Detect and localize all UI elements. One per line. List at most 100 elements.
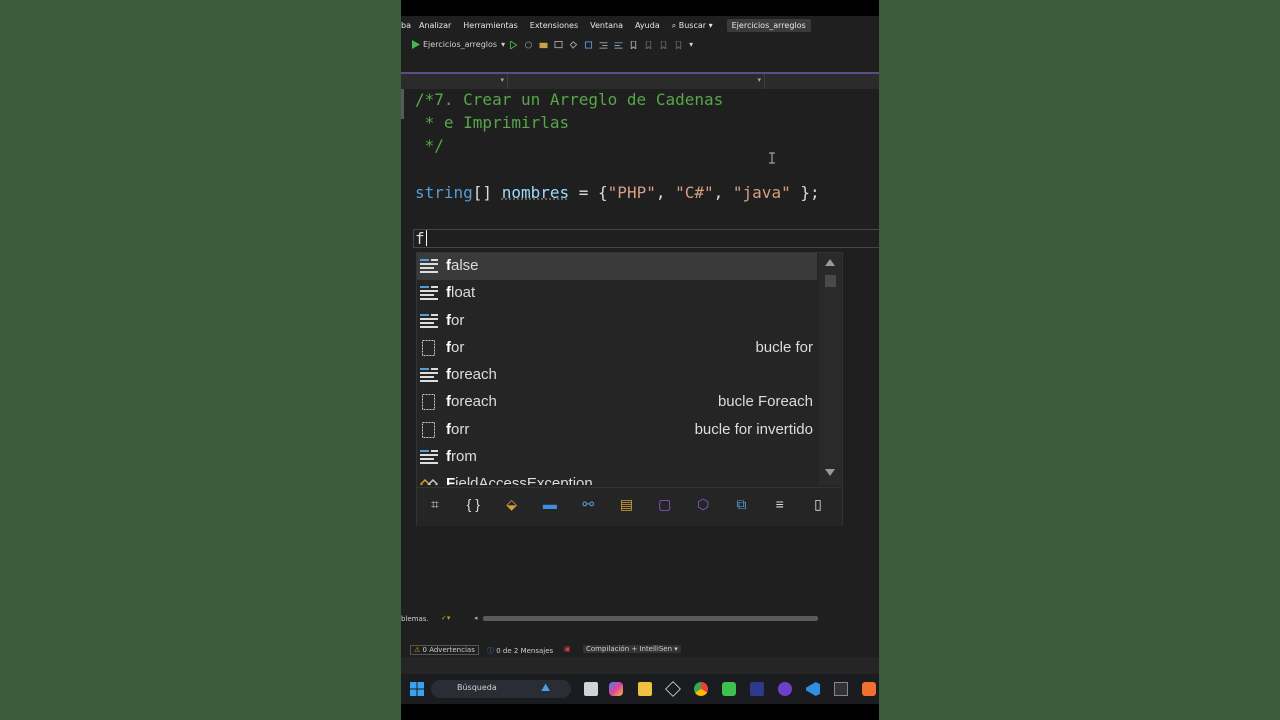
text-caret (426, 230, 427, 246)
messages-count: 0 de 2 Mensajes (496, 647, 554, 655)
scroll-up-icon[interactable] (825, 259, 835, 266)
completion-label: for (446, 311, 465, 329)
code-cleanup-icon[interactable]: ✓▾ (441, 614, 450, 622)
keyword-icon (420, 258, 438, 274)
file-explorer-icon[interactable] (638, 682, 652, 696)
intellisense-popup: false float for for bucle for foreach foreach b… (416, 252, 843, 526)
horizontal-scrollbar[interactable] (483, 616, 818, 621)
indent-icon[interactable] (599, 41, 608, 49)
bookmark-prev-icon[interactable] (644, 40, 653, 49)
enum-filter-icon[interactable]: ▤ (617, 496, 637, 516)
step-icon[interactable] (584, 40, 593, 49)
menu-item-window[interactable]: Ventana (590, 21, 623, 30)
copilot-icon[interactable] (609, 682, 623, 696)
statement-end: }; (790, 183, 820, 202)
xampp-icon[interactable] (750, 682, 764, 696)
menu-item-extensions[interactable]: Extensiones (530, 21, 578, 30)
assignment: = { (569, 183, 608, 202)
struct-filter-icon[interactable]: ▬ (540, 496, 560, 516)
run-target[interactable]: Ejercicios_arreglos (423, 40, 497, 49)
completion-item[interactable]: false (417, 253, 817, 280)
keyword-icon (420, 449, 438, 465)
ibeam-cursor-icon (769, 152, 775, 164)
completion-item[interactable]: for (417, 308, 817, 335)
completion-item[interactable]: float (417, 280, 817, 307)
run-without-debug-icon[interactable] (509, 40, 518, 49)
bookmark-icon[interactable] (629, 40, 638, 49)
menu-item-analyze[interactable]: Analizar (419, 21, 451, 30)
completion-item[interactable]: for bucle for (417, 335, 817, 362)
vscode-icon[interactable] (806, 682, 820, 696)
toolbar: Ejercicios_arreglos ▾ ▾ (401, 35, 879, 54)
completion-label: foreach (446, 366, 497, 383)
toolbar-overflow-icon[interactable]: ▾ (689, 40, 693, 49)
taskbar-search-box[interactable]: Búsqueda ⛰ (431, 680, 571, 698)
typed-text: f (415, 229, 425, 248)
info-icon: ⓘ (487, 647, 497, 655)
warnings-filter[interactable]: ⚠ 0 Advertencias (410, 645, 479, 655)
delegate-filter-icon[interactable]: ▢ (655, 496, 675, 516)
app-c-icon[interactable] (722, 682, 736, 696)
github-desktop-icon[interactable] (778, 682, 792, 696)
snippet-icon (420, 394, 438, 411)
type-dropdown[interactable]: ▾ (508, 74, 765, 89)
string-literal: "PHP" (607, 183, 656, 202)
bookmark-clear-icon[interactable] (674, 40, 683, 49)
namespace-filter-icon[interactable]: { } (463, 496, 483, 516)
completion-label: false (446, 257, 479, 274)
vs-window: ba Analizar Herramientas Extensiones Ven… (401, 0, 879, 720)
keyword-filter-icon[interactable]: ≡ (770, 496, 790, 516)
extension-filter-icon[interactable]: ⧉ (731, 496, 751, 516)
completion-scrollbar[interactable] (819, 253, 841, 485)
windows-start-icon[interactable] (410, 682, 424, 696)
completion-item[interactable]: foreach (417, 362, 817, 389)
virtualbox-icon[interactable] (665, 681, 681, 697)
snippet-icon (420, 421, 438, 438)
hot-reload-icon[interactable] (569, 40, 578, 49)
build-icon: ▣ (564, 645, 571, 653)
completion-item[interactable]: forr bucle for invertido (417, 417, 817, 444)
run-dropdown-icon[interactable]: ▾ (501, 40, 505, 49)
run-icon[interactable] (411, 40, 420, 49)
bottom-band (401, 704, 879, 720)
search-menu[interactable]: ⌕ Buscar ▾ (672, 21, 713, 31)
menu-item-help[interactable]: Ayuda (635, 21, 660, 30)
completion-description: bucle for (755, 338, 813, 356)
code-line-3: */ (415, 136, 444, 155)
task-view-icon[interactable] (584, 682, 598, 696)
scroll-down-icon[interactable] (825, 469, 835, 476)
windows-taskbar: Búsqueda ⛰ (401, 674, 879, 704)
solution-title[interactable]: Ejercicios_arreglos (726, 19, 811, 32)
class-filter-icon[interactable]: ⬙ (502, 496, 522, 516)
menu-item-tools[interactable]: Herramientas (463, 21, 518, 30)
locals-filter-icon[interactable]: ⌗ (425, 496, 445, 516)
build-filter-dropdown[interactable]: Compilación + IntelliSen ▾ (583, 645, 681, 653)
xampp-control-icon[interactable] (862, 682, 876, 696)
keyword-icon (420, 285, 438, 301)
refresh-icon[interactable] (524, 40, 533, 49)
completion-item[interactable]: FieldAccessException (417, 471, 817, 485)
project-dropdown[interactable]: ▾ (401, 74, 508, 89)
completion-item[interactable]: from (417, 444, 817, 471)
folder-icon[interactable] (539, 41, 548, 49)
completion-label: from (446, 447, 477, 465)
menu-item-debug[interactable]: ba (401, 21, 411, 30)
chrome-icon[interactable] (694, 682, 708, 696)
outdent-icon[interactable] (614, 41, 623, 49)
completion-label: for (446, 338, 465, 356)
messages-filter[interactable]: ⓘ 0 de 2 Mensajes (487, 646, 553, 656)
error-list-toolbar: blemas. ✓▾ ◂ (401, 612, 879, 626)
chevron-down-icon: ▾ (757, 76, 761, 84)
navigation-bar: ▾ ▾ (401, 74, 879, 89)
bookmark-next-icon[interactable] (659, 40, 668, 49)
problems-label: blemas. (401, 615, 429, 623)
completion-item[interactable]: foreach bucle Foreach (417, 389, 817, 416)
warnings-count: 0 Advertencias (422, 646, 475, 654)
module-filter-icon[interactable]: ⬡ (693, 496, 713, 516)
scroll-thumb[interactable] (825, 275, 836, 287)
scroll-left-icon[interactable]: ◂ (474, 614, 478, 622)
interface-filter-icon[interactable]: ⚯ (578, 496, 598, 516)
window-layout-icon[interactable] (554, 40, 563, 49)
terminal-icon[interactable] (834, 682, 848, 696)
snippet-filter-icon[interactable]: ▯ (808, 496, 828, 516)
